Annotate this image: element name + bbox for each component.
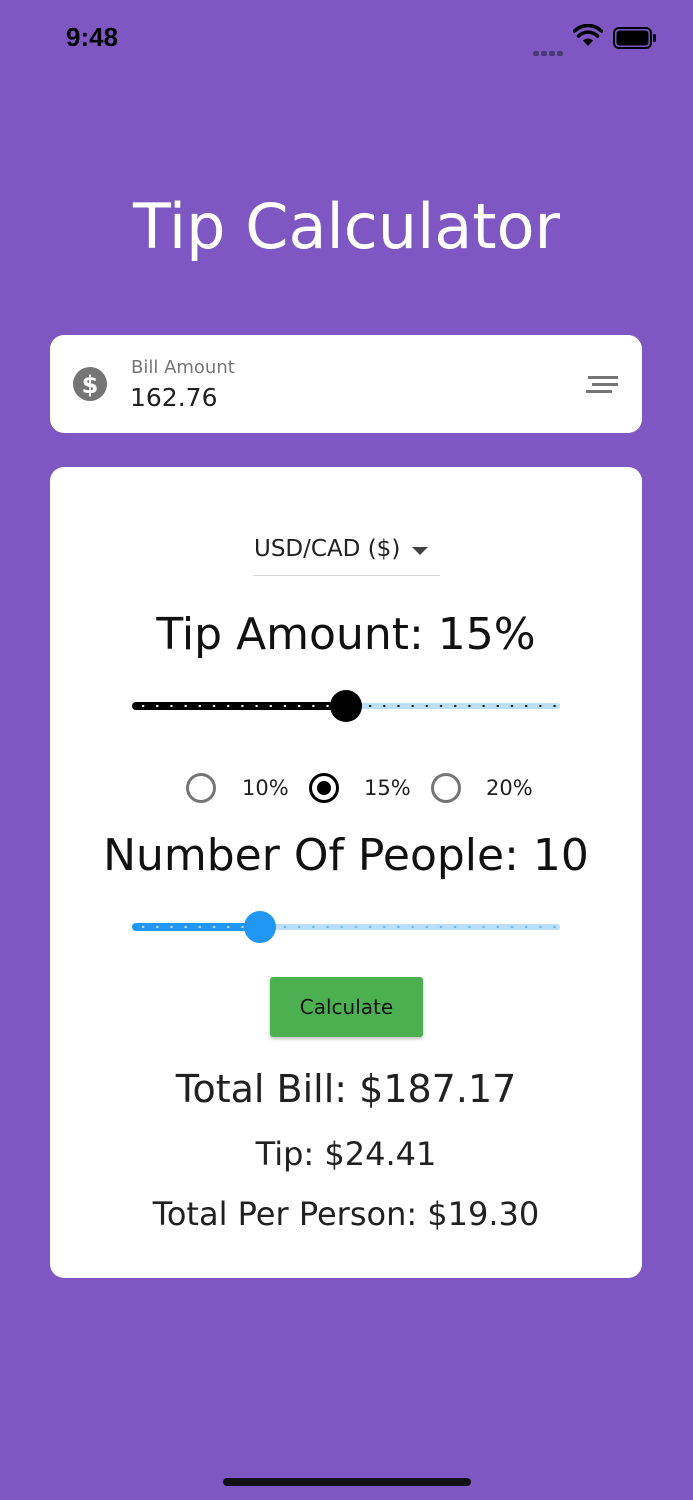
status-bar: 9:48 bbox=[0, 0, 693, 80]
app-title: Tip Calculator bbox=[132, 190, 561, 263]
total-bill-result: Total Bill: $187.17 bbox=[175, 1067, 517, 1111]
tip-option-20-label: 20% bbox=[486, 776, 533, 800]
sort-icon[interactable] bbox=[586, 375, 618, 395]
bill-amount-input[interactable]: 162.76 bbox=[130, 383, 217, 412]
tip-option-20-radio[interactable] bbox=[431, 773, 461, 803]
tip-option-15-label: 15% bbox=[364, 776, 411, 800]
chevron-down-icon bbox=[412, 547, 428, 555]
home-indicator[interactable] bbox=[223, 1478, 471, 1486]
people-slider-thumb[interactable] bbox=[244, 911, 277, 943]
per-person-result: Total Per Person: $19.30 bbox=[152, 1195, 540, 1233]
tip-slider[interactable] bbox=[132, 690, 560, 722]
status-time: 9:48 bbox=[66, 22, 119, 52]
slider-active-ticks bbox=[136, 926, 259, 928]
tip-slider-thumb[interactable] bbox=[330, 690, 362, 722]
dollar-icon: $ bbox=[73, 367, 107, 401]
tip-option-10-label: 10% bbox=[242, 776, 289, 800]
wifi-icon bbox=[573, 24, 603, 46]
tip-option-10-radio[interactable] bbox=[186, 773, 216, 803]
tip-result: Tip: $24.41 bbox=[255, 1135, 437, 1173]
tip-option-15-radio[interactable] bbox=[309, 773, 339, 803]
calculate-button[interactable]: Calculate bbox=[270, 977, 423, 1037]
number-of-people-heading: Number Of People: 10 bbox=[103, 830, 589, 881]
tip-options: 10% 15% 20% bbox=[50, 770, 642, 806]
calculator-card: USD/CAD ($) Tip Amount: 15% 10% 15% 20% … bbox=[50, 467, 642, 1278]
svg-text:$: $ bbox=[82, 371, 99, 399]
bill-amount-field[interactable]: $ Bill Amount 162.76 bbox=[50, 335, 642, 433]
battery-icon bbox=[613, 27, 656, 49]
cellular-signal-icon bbox=[533, 41, 565, 60]
people-slider[interactable] bbox=[132, 911, 560, 943]
slider-active-ticks bbox=[136, 705, 344, 707]
tip-amount-heading: Tip Amount: 15% bbox=[156, 609, 536, 660]
currency-dropdown[interactable]: USD/CAD ($) bbox=[253, 534, 440, 576]
bill-amount-label: Bill Amount bbox=[131, 357, 235, 378]
currency-selected: USD/CAD ($) bbox=[254, 536, 401, 562]
